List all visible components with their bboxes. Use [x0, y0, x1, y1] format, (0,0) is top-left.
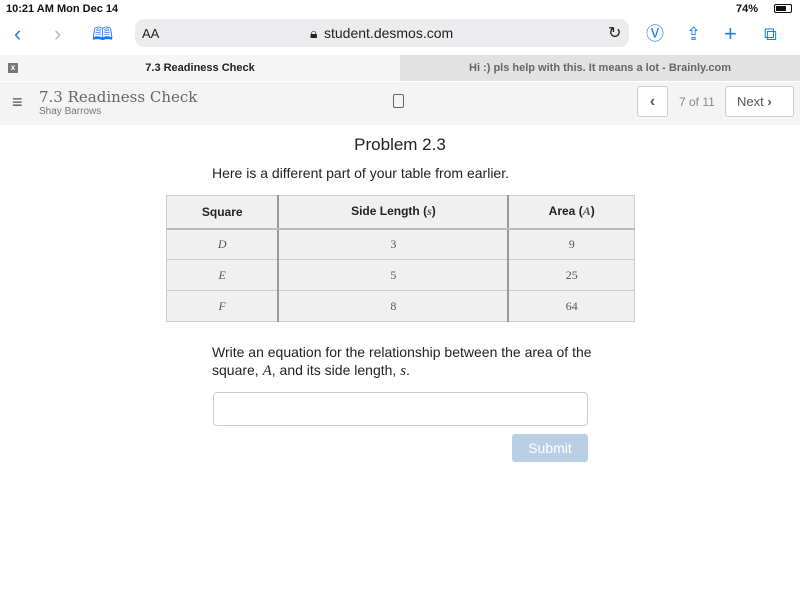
header-text: Area ( — [548, 204, 583, 219]
tab-readiness-check[interactable]: x 7.3 Readiness Check — [0, 55, 400, 81]
bookmarks-icon[interactable]: 🕮 — [92, 23, 113, 45]
header-text: Square — [201, 204, 243, 219]
table-cell: 3 — [277, 228, 509, 260]
table-cell: 64 — [507, 290, 636, 322]
question-text: Write an equation for the relationship b… — [212, 343, 592, 380]
tab-label: 7.3 Readiness Check — [145, 62, 255, 74]
header-text: ) — [590, 204, 595, 219]
forward-icon[interactable]: › — [54, 23, 61, 45]
table-cell: D — [166, 228, 279, 260]
status-bar: 10:21 AM Mon Dec 14 74% — [0, 0, 800, 17]
battery-icon — [774, 4, 792, 13]
data-table: Square Side Length (s) Area (A) D39 E 5 25… — [166, 195, 636, 322]
table-cell: 5 — [277, 259, 509, 291]
menu-icon[interactable]: ≡ — [12, 92, 23, 113]
chevron-right-icon: › — [767, 94, 772, 109]
table-cell: 25 — [507, 259, 636, 291]
question-variable: A — [262, 363, 272, 379]
answer-input[interactable] — [213, 392, 588, 426]
next-label: Next — [737, 94, 764, 109]
next-button[interactable]: Next › — [725, 86, 794, 117]
url-text: student.desmos.com — [324, 25, 454, 41]
battery-percent: 74% — [736, 3, 759, 15]
tab-brainly[interactable]: Hi :) pls help with this. It means a lot… — [400, 55, 800, 81]
tabs-icon[interactable]: ⧉ — [764, 23, 777, 45]
question-part: . — [406, 362, 410, 378]
tab-bar: x 7.3 Readiness Check Hi :) pls help wit… — [0, 55, 800, 81]
address-bar[interactable]: AA 🔒︎ student.desmos.com ↻ — [135, 19, 629, 47]
new-tab-icon[interactable]: + — [724, 23, 737, 45]
back-icon[interactable]: ‹ — [14, 23, 21, 45]
activity-header: ≡ 7.3 Readiness Check Shay Barrows ‹ 7 o… — [0, 82, 800, 125]
calculator-icon[interactable] — [393, 94, 404, 108]
table-row: F 8 64 — [166, 290, 636, 322]
table-cell: 8 — [277, 290, 509, 322]
column-header: Side Length (s) — [277, 195, 509, 230]
submit-button[interactable]: Submit — [512, 434, 588, 462]
header-text: Side Length ( — [351, 204, 428, 219]
close-tab-icon[interactable]: x — [8, 63, 18, 73]
activity-title: 7.3 Readiness Check — [39, 88, 198, 106]
table-cell: F — [166, 290, 279, 322]
status-date: Mon Dec 14 — [57, 3, 119, 15]
page-indicator: 7 of 11 — [679, 95, 715, 109]
table-row: D39 — [166, 228, 636, 260]
table-row: E 5 25 — [166, 259, 636, 291]
download-icon[interactable]: Ⓥ — [646, 23, 664, 45]
share-icon[interactable]: ⇪ — [686, 23, 701, 45]
table-header-row: Square Side Length (s) Area (A) — [166, 195, 636, 230]
lock-icon: 🔒︎ — [310, 25, 318, 41]
previous-screen-button[interactable]: ‹ — [637, 86, 668, 117]
tab-label: Hi :) pls help with this. It means a lot… — [469, 62, 731, 74]
table-cell: E — [166, 259, 279, 291]
student-name: Shay Barrows — [39, 106, 102, 117]
header-variable: A — [582, 204, 591, 219]
reload-icon[interactable]: ↻ — [608, 23, 621, 43]
column-header: Area (A) — [507, 195, 636, 230]
column-header: Square — [166, 195, 279, 230]
problem-title: Problem 2.3 — [354, 135, 446, 154]
problem-intro: Here is a different part of your table f… — [212, 165, 509, 181]
status-time: 10:21 AM — [6, 3, 54, 15]
table-cell: 9 — [507, 228, 636, 260]
text-size-button[interactable]: AA — [142, 26, 159, 41]
header-text: ) — [431, 204, 436, 219]
question-part: , and its side length, — [271, 362, 401, 378]
